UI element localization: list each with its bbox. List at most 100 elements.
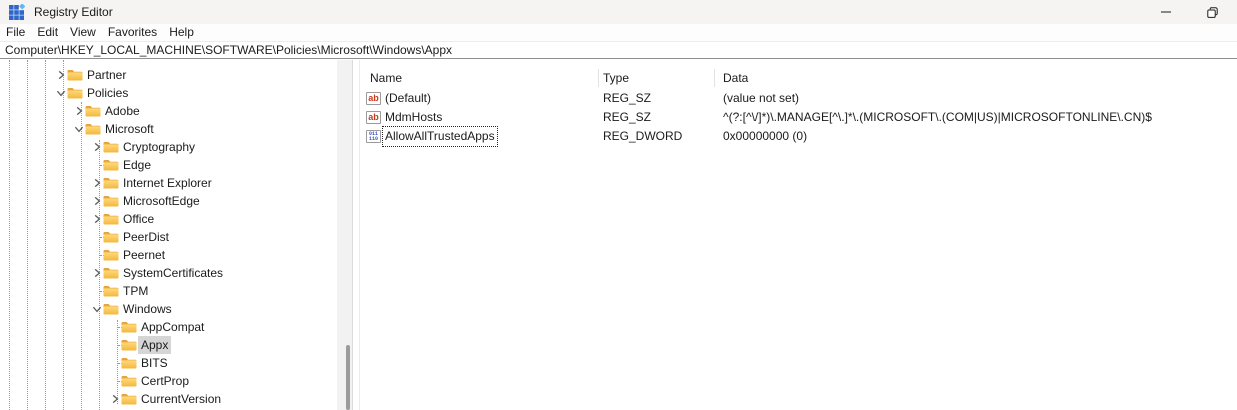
menu-item-favorites[interactable]: Favorites [102,24,163,41]
value-name[interactable]: (Default) [385,89,431,108]
tree-item-label[interactable]: Office [120,210,157,228]
tree-item-label[interactable]: Edge [120,156,154,174]
column-header-data[interactable]: Data [723,71,748,85]
tree-item-label[interactable]: Partner [84,66,129,84]
tree-item-label[interactable]: AppCompat [138,318,207,336]
column-header-name[interactable]: Name [370,71,402,85]
value-data: ^(?:[^\/]*)\.MANAGE[^\.]*\.(MICROSOFT\.(… [723,110,1152,124]
tree-item-label[interactable]: Peernet [120,246,168,264]
chevron-right-icon[interactable] [91,141,103,153]
tree-item-office[interactable]: Office [0,210,352,228]
tree-item-peerdist[interactable]: PeerDist [0,228,352,246]
tree-scrollbar-thumb[interactable] [346,345,350,410]
chevron-right-icon[interactable] [91,195,103,207]
tree-item-partner[interactable]: Partner [0,66,352,84]
registry-values-pane: Name Type Data ab (Default) REG_SZ (value n… [359,60,1237,410]
chevron-down-icon[interactable] [55,87,67,99]
chevron-right-icon[interactable] [91,177,103,189]
menu-item-file[interactable]: File [0,24,31,41]
dword-value-icon: 011 110 [366,130,381,143]
tree-item-appcompat[interactable]: AppCompat [0,318,352,336]
folder-icon [85,106,101,117]
tree-item-cryptography[interactable]: Cryptography [0,138,352,156]
column-header-type[interactable]: Type [603,71,629,85]
folder-icon [103,304,119,315]
registry-value-row[interactable]: ab MdmHosts REG_SZ ^(?:[^\/]*)\.MANAGE[^\.]… [360,108,1237,127]
tree-item-label[interactable]: TPM [120,282,151,300]
restore-icon [1206,6,1218,18]
value-type: REG_DWORD [603,129,683,143]
tree-item-currentversion[interactable]: CurrentVersion [0,390,352,408]
tree-item-label[interactable]: Adobe [102,102,143,120]
folder-icon [103,142,119,153]
folder-icon [103,268,119,279]
tree-item-label[interactable]: PeerDist [120,228,172,246]
tree-item-bits[interactable]: BITS [0,354,352,372]
tree-item-label[interactable]: Appx [138,336,172,354]
string-value-icon: ab [366,92,381,105]
registry-value-row[interactable]: 011 110 AllowAllTrustedApps REG_DWORD 0x0000… [360,126,1237,147]
tree-item-label[interactable]: BITS [138,354,171,372]
tree-item-label[interactable]: MicrosoftEdge [120,192,203,210]
restore-button[interactable] [1189,0,1235,24]
chevron-right-icon[interactable] [109,393,121,405]
tree-item-systemcertificates[interactable]: SystemCertificates [0,264,352,282]
tree-item-tpm[interactable]: TPM [0,282,352,300]
address-bar-input[interactable] [0,42,1237,58]
menu-bar: File Edit View Favorites Help [0,24,1237,42]
menu-item-view[interactable]: View [64,24,102,41]
minimize-icon [1161,11,1171,13]
window-controls [1143,0,1235,24]
tree-item-label[interactable]: SystemCertificates [120,264,226,282]
tree-item-windows[interactable]: Windows [0,300,352,318]
tree-item-edge[interactable]: Edge [0,156,352,174]
value-name[interactable]: AllowAllTrustedApps [382,126,498,147]
folder-icon [121,358,137,369]
window-title: Registry Editor [34,5,113,19]
tree-item-label[interactable]: CurrentVersion [138,390,224,408]
menu-item-edit[interactable]: Edit [31,24,64,41]
column-separator[interactable] [714,69,715,87]
tree-scrollbar[interactable] [337,60,352,410]
tree-item-label[interactable]: Policies [84,84,131,102]
tree-item-microsoft[interactable]: Microsoft [0,120,352,138]
string-value-icon: ab [366,111,381,124]
minimize-button[interactable] [1143,0,1189,24]
list-header: Name Type Data [360,68,1237,89]
title-bar: Registry Editor [0,0,1237,24]
folder-icon [121,394,137,405]
chevron-right-icon[interactable] [91,213,103,225]
value-data: (value not set) [723,91,800,105]
folder-icon [85,124,101,135]
chevron-down-icon[interactable] [73,123,85,135]
menu-item-help[interactable]: Help [163,24,200,41]
registry-value-row[interactable]: ab (Default) REG_SZ (value not set) [360,89,1237,108]
folder-icon [103,286,119,297]
tree-item-internet-explorer[interactable]: Internet Explorer [0,174,352,192]
chevron-right-icon[interactable] [73,105,85,117]
tree-item-microsoftedge[interactable]: MicrosoftEdge [0,192,352,210]
tree-item-peernet[interactable]: Peernet [0,246,352,264]
value-name[interactable]: MdmHosts [385,108,442,127]
folder-icon [103,214,119,225]
tree-item-certprop[interactable]: CertProp [0,372,352,390]
tree-item-label[interactable]: Internet Explorer [120,174,215,192]
address-bar [0,42,1237,59]
tree-item-label[interactable]: Cryptography [120,138,198,156]
folder-icon [103,196,119,207]
tree-item-label[interactable]: Microsoft [102,120,157,138]
folder-icon [103,250,119,261]
chevron-right-icon[interactable] [91,267,103,279]
value-type: REG_SZ [603,91,652,105]
tree-item-label[interactable]: Windows [120,300,175,318]
value-type: REG_SZ [603,110,652,124]
column-separator[interactable] [598,69,599,87]
tree-item-label[interactable]: CertProp [138,372,192,390]
tree-item-adobe[interactable]: Adobe [0,102,352,120]
tree-item-policies[interactable]: Policies [0,84,352,102]
chevron-right-icon[interactable] [55,69,67,81]
chevron-down-icon[interactable] [91,303,103,315]
tree-item-appx[interactable]: Appx [0,336,352,354]
value-data: 0x00000000 (0) [723,129,808,143]
folder-icon [121,322,137,333]
